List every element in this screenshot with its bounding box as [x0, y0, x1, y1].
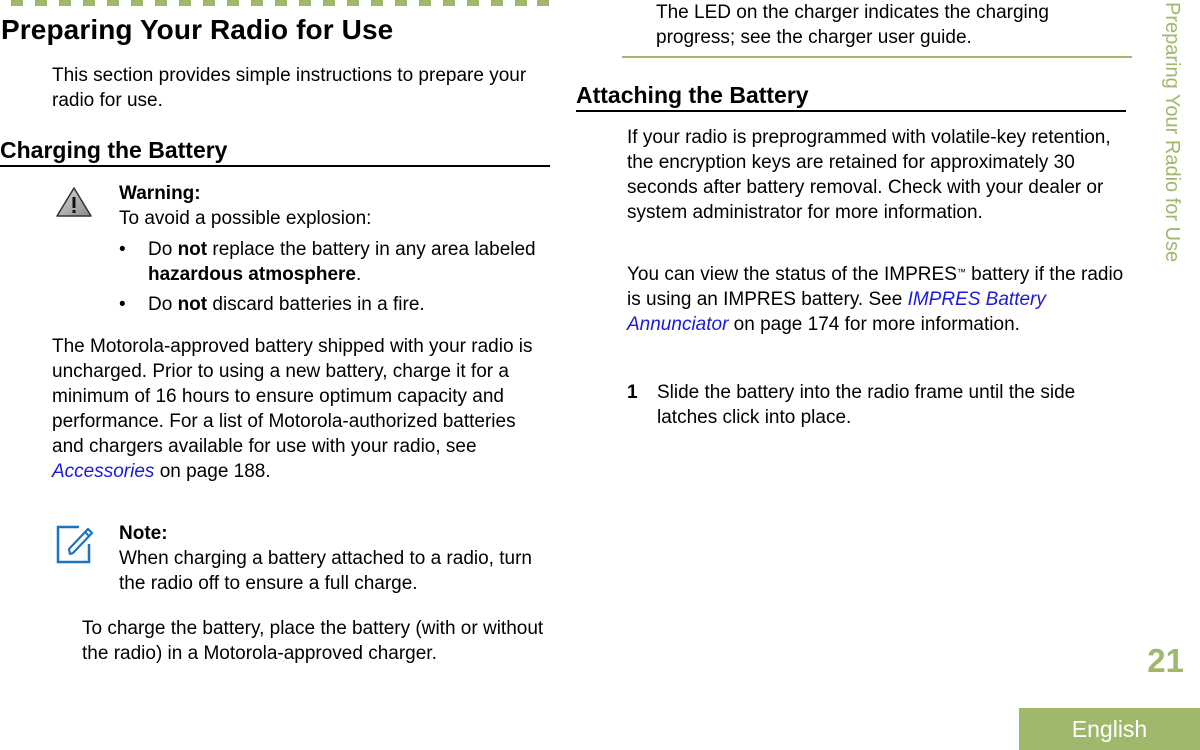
side-section-title: Preparing Your Radio for Use: [1161, 2, 1183, 263]
warning-triangle-icon: [55, 186, 93, 223]
section-title: Preparing Your Radio for Use: [1, 14, 394, 45]
intro-text: This section provides simple instruction…: [52, 65, 527, 111]
header-dashed-rule: [0, 0, 550, 6]
note-title: Note:: [119, 523, 168, 544]
heading-attaching-battery: Attaching the Battery: [576, 81, 1126, 112]
warning-text: To avoid a possible explosion:: [119, 208, 372, 229]
step-item: 1 Slide the battery into the radio frame…: [627, 380, 1127, 430]
note-block: Note: When charging a battery attached t…: [119, 521, 549, 596]
led-text: The LED on the charger indicates the cha…: [656, 2, 1049, 48]
step-number: 1: [627, 382, 638, 403]
impres-text: You can view the status of the IMPRES™ b…: [627, 264, 1124, 335]
link-accessories[interactable]: Accessories: [52, 461, 154, 482]
page-number: 21: [1147, 642, 1184, 679]
volatile-key-text: If your radio is preprogrammed with vola…: [627, 127, 1111, 223]
language-tab: English: [1019, 708, 1200, 750]
trademark-symbol: ™: [956, 267, 966, 277]
note-text: When charging a battery attached to a ra…: [119, 548, 532, 594]
step-text: Slide the battery into the radio frame u…: [657, 382, 1076, 428]
bullet-icon: •: [119, 294, 126, 315]
warning-title: Warning:: [119, 183, 201, 204]
warning-block: Warning: To avoid a possible explosion: …: [119, 181, 549, 322]
green-divider: [622, 56, 1132, 58]
heading-charging-battery: Charging the Battery: [0, 136, 550, 167]
bullet-icon: •: [119, 239, 126, 260]
step-list: 1 Slide the battery into the radio frame…: [627, 380, 1127, 430]
charging-body-text: The Motorola-approved battery shipped wi…: [52, 336, 533, 482]
warning-bullet-list: • Do not replace the battery in any area …: [119, 237, 549, 317]
note-pencil-icon: [55, 524, 97, 571]
warning-bullet: • Do not replace the battery in any area …: [119, 239, 536, 285]
charge-instruction: To charge the battery, place the battery…: [82, 618, 544, 664]
warning-bullet: • Do not discard batteries in a fire.: [119, 294, 425, 315]
